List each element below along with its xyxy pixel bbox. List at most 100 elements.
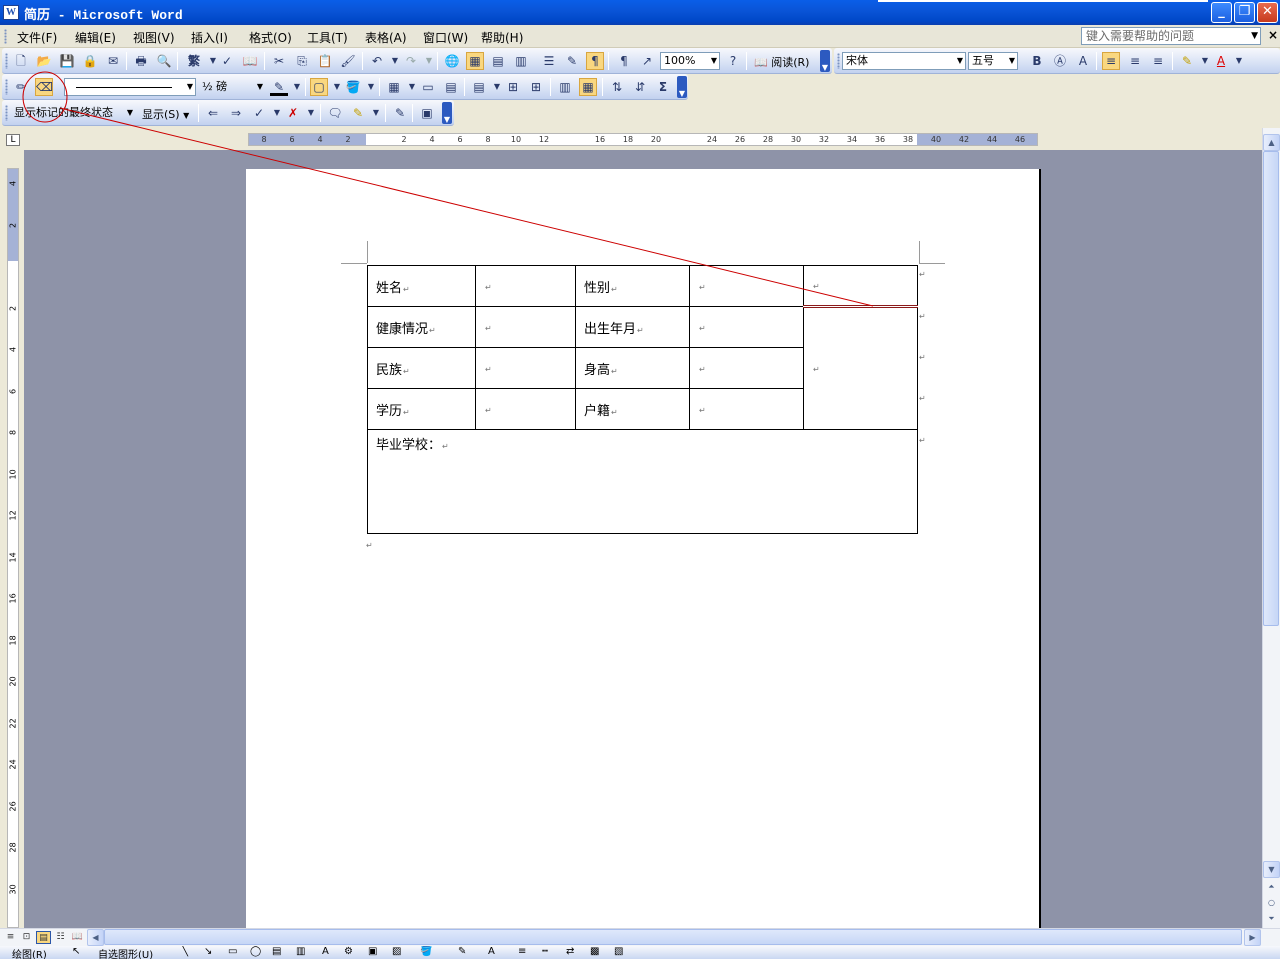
line-weight-select[interactable]: ½ 磅 ▼ <box>198 78 266 96</box>
distribute-rows-icon[interactable]: ⊞ <box>504 78 522 96</box>
resume-table[interactable]: 姓名↵ ↵ 性别↵ ↵ ↵ 健康情况↵ ↵ 出生年月↵ ↵ ↵ 民族↵ ↵ 身高… <box>367 265 918 534</box>
character-shading-icon[interactable]: A <box>1074 52 1092 70</box>
print-preview-icon[interactable]: 🔍 <box>155 52 173 70</box>
arrow-tool-icon[interactable]: ↘ <box>204 946 212 957</box>
draw-table-icon[interactable]: ✏ <box>12 78 30 96</box>
chevron-down-icon[interactable]: ▼ <box>257 79 263 95</box>
menu-format[interactable]: 格式(O) <box>249 29 292 46</box>
drawing-icon[interactable]: ✎ <box>563 52 581 70</box>
outside-border-icon[interactable]: ▢ <box>310 78 328 96</box>
merge-cells-icon[interactable]: ▭ <box>419 78 437 96</box>
line-style-select[interactable]: ▼ <box>64 78 196 96</box>
insert-table-grid-icon[interactable]: ▦ <box>385 78 403 96</box>
chevron-down-icon[interactable]: ▼ <box>367 104 385 122</box>
select-browse-object-icon[interactable]: ○ <box>1263 895 1280 912</box>
scroll-left-icon[interactable]: ◀ <box>87 929 104 946</box>
previous-page-icon[interactable]: ⏶ <box>1263 879 1280 896</box>
show-gridlines-icon[interactable]: ▦ <box>579 78 597 96</box>
align-center-icon[interactable]: ≡ <box>1126 52 1144 70</box>
table-cell-value[interactable]: ↵ <box>689 388 804 430</box>
tables-borders-icon[interactable]: ▦ <box>466 52 484 70</box>
web-layout-view-icon[interactable]: ⊡ <box>19 931 34 944</box>
table-cell-label[interactable]: 学历↵ <box>367 388 476 430</box>
align-right-icon[interactable]: ≡ <box>1149 52 1167 70</box>
distribute-columns-icon[interactable]: ⊞ <box>527 78 545 96</box>
permission-icon[interactable]: 🔒 <box>81 52 99 70</box>
table-cell-label[interactable]: 民族↵ <box>367 347 476 389</box>
oval-tool-icon[interactable]: ◯ <box>250 946 261 957</box>
menu-window[interactable]: 窗口(W) <box>423 29 468 46</box>
restore-button[interactable]: ❐ <box>1234 2 1255 23</box>
autosum-button[interactable]: Σ <box>654 78 672 96</box>
toolbar-grip[interactable] <box>5 53 8 69</box>
table-cell-label[interactable]: 户籍↵ <box>575 388 690 430</box>
accept-change-icon[interactable]: ✓ <box>250 104 268 122</box>
table-cell-value[interactable]: ↵ <box>689 347 804 389</box>
menubar-grip[interactable] <box>4 29 7 44</box>
document-map-icon[interactable]: ¶ <box>586 52 604 70</box>
border-color-icon[interactable]: ✎ <box>270 78 288 96</box>
next-change-icon[interactable]: ⇒ <box>227 104 245 122</box>
menu-insert[interactable]: 插入(I) <box>191 29 228 46</box>
photo-cell-top[interactable]: ↵ <box>803 265 918 308</box>
show-hide-icon[interactable]: ¶ <box>615 52 633 70</box>
table-cell-label[interactable]: 身高↵ <box>575 347 690 389</box>
table-cell-label[interactable]: 健康情况↵ <box>367 306 476 348</box>
diagram-icon[interactable]: ⚙ <box>344 946 353 957</box>
font-size-select[interactable]: 五号 ▼ <box>968 52 1018 70</box>
table-cell-label[interactable]: 性别↵ <box>575 265 690 307</box>
graduation-school-cell[interactable]: 毕业学校：↵ <box>367 429 918 534</box>
chevron-down-icon[interactable]: ▼ <box>288 78 306 96</box>
spelling-icon[interactable]: ✓ <box>218 52 236 70</box>
close-window-button[interactable]: ✕ <box>1257 2 1278 23</box>
research-icon[interactable]: 📖 <box>241 52 259 70</box>
autoshapes-menu-button[interactable]: 自选图形(U) <box>98 946 153 959</box>
fill-color-icon[interactable]: 🪣 <box>420 946 432 957</box>
toolbar-grip[interactable] <box>837 53 840 69</box>
menu-view[interactable]: 视图(V) <box>133 29 175 46</box>
table-cell-value[interactable]: ↵ <box>475 306 576 348</box>
font-name-select[interactable]: 宋体 ▼ <box>842 52 966 70</box>
horizontal-ruler[interactable]: 8 6 4 2 2 4 6 8 10 12 16 18 20 24 26 28 30 32 34 36 38 40 42 44… <box>248 133 1038 146</box>
show-menu-button[interactable]: 显示(S) ▼ <box>142 106 189 122</box>
draw-menu-button[interactable]: 绘图(R) <box>12 946 47 959</box>
shading-color-icon[interactable]: 🪣 <box>344 78 362 96</box>
insert-picture-icon[interactable]: ▨ <box>392 946 401 957</box>
select-objects-icon[interactable]: ↖ <box>72 946 80 957</box>
table-cell-value[interactable]: ↵ <box>689 306 804 348</box>
dash-style-icon[interactable]: ┅ <box>542 946 548 957</box>
clipart-icon[interactable]: ▣ <box>368 946 377 957</box>
next-page-icon[interactable]: ⏷ <box>1263 911 1280 928</box>
chevron-down-icon[interactable]: ▼ <box>1009 53 1015 69</box>
toolbar-options-chevron[interactable]: ▼ <box>820 50 830 72</box>
undo-icon[interactable]: ↶ <box>368 52 386 70</box>
columns-icon[interactable]: ☰ <box>540 52 558 70</box>
table-cell-label[interactable]: 出生年月↵ <box>575 306 690 348</box>
cut-icon[interactable]: ✂ <box>270 52 288 70</box>
toolbar-options-chevron[interactable]: ▼ <box>677 76 687 98</box>
menu-table[interactable]: 表格(A) <box>365 29 407 46</box>
sort-descending-icon[interactable]: ⇵ <box>631 78 649 96</box>
drawing-tool-icon[interactable]: ↗ <box>638 52 656 70</box>
align-justify-icon[interactable]: ≡ <box>1102 52 1120 70</box>
wordart-icon[interactable]: A <box>322 946 329 957</box>
highlight-icon[interactable]: ✎ <box>349 104 367 122</box>
chevron-down-icon[interactable]: ▼ <box>1251 28 1258 44</box>
minimize-button[interactable]: _ <box>1211 2 1232 23</box>
sort-ascending-icon[interactable]: ⇅ <box>608 78 626 96</box>
chevron-down-icon[interactable]: ▼ <box>362 78 380 96</box>
new-document-icon[interactable]: 🗋 <box>12 52 30 70</box>
eraser-icon[interactable]: ⌫ <box>35 78 53 96</box>
zoom-select[interactable]: 100% ▼ <box>660 52 720 70</box>
display-for-review-select[interactable]: 显示标记的最终状态 ▼ <box>10 104 136 122</box>
chevron-down-icon[interactable]: ▼ <box>183 111 189 120</box>
rectangle-tool-icon[interactable]: ▭ <box>228 946 237 957</box>
textbox-tool-icon[interactable]: ▤ <box>272 946 281 957</box>
line-color-icon[interactable]: ✎ <box>458 946 466 957</box>
traditional-chinese-button[interactable]: 繁 <box>185 52 203 70</box>
cell-alignment-icon[interactable]: ▤ <box>470 78 488 96</box>
scroll-right-icon[interactable]: ▶ <box>1244 929 1261 946</box>
font-color-button[interactable]: A <box>1212 52 1230 70</box>
hyperlink-icon[interactable]: 🌐 <box>443 52 461 70</box>
3d-style-icon[interactable]: ▧ <box>614 946 623 957</box>
